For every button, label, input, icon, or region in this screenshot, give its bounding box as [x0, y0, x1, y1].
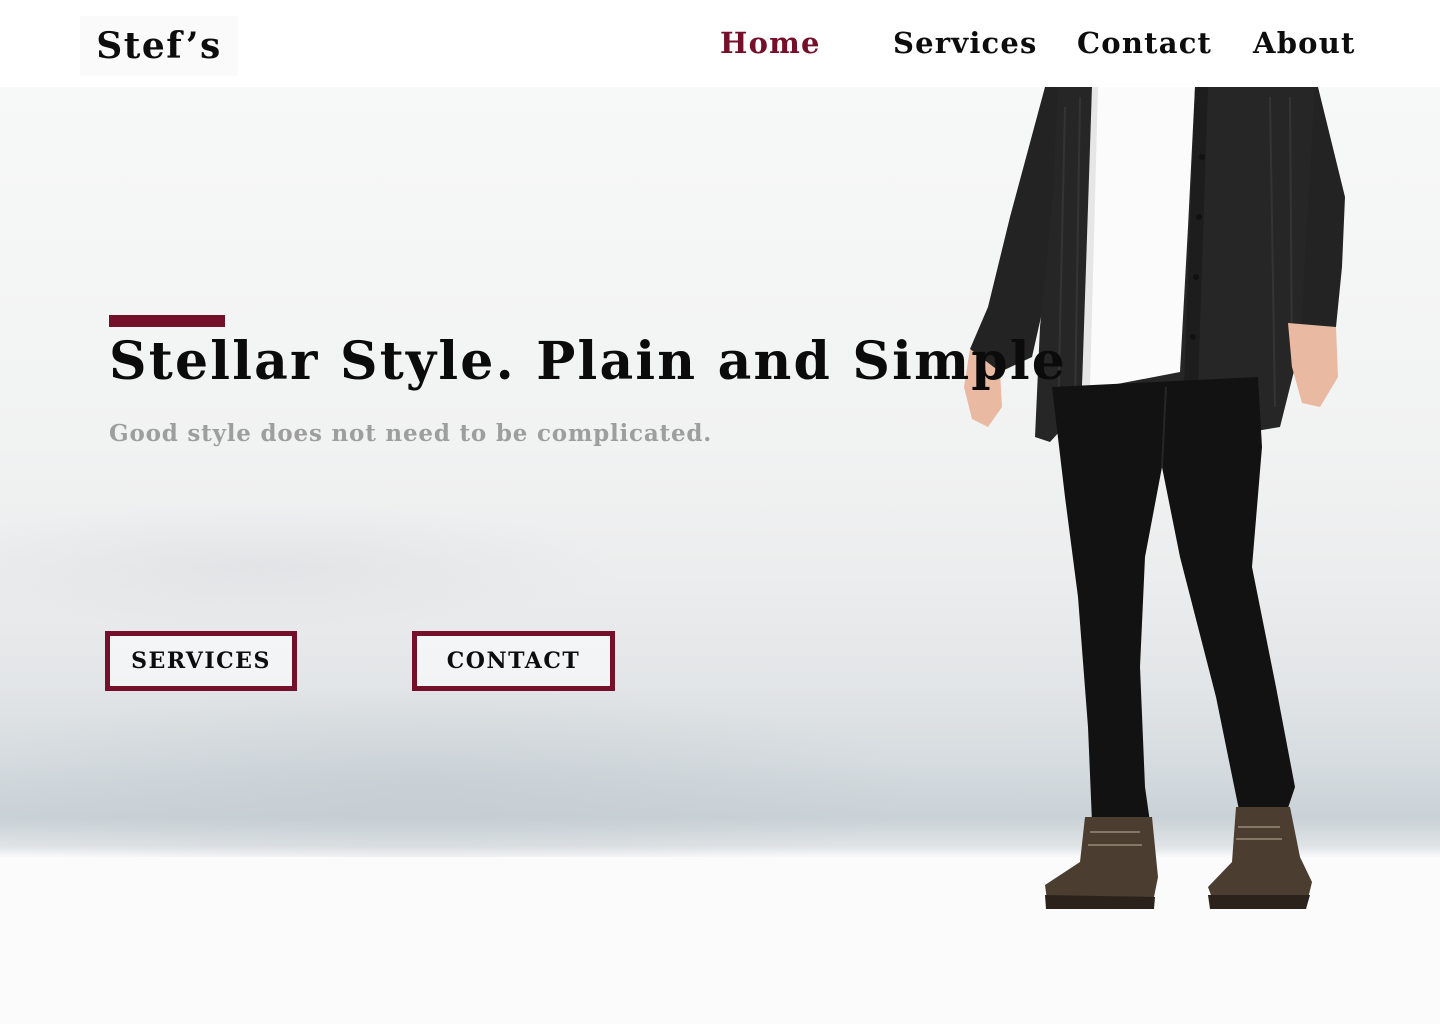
black-jeans	[1052, 377, 1295, 822]
right-boot	[1208, 807, 1312, 909]
left-boot	[1045, 817, 1158, 909]
nav-services-link[interactable]: Services	[893, 24, 1038, 62]
hero-title: Stellar Style. Plain and Simple	[109, 331, 1068, 392]
services-button[interactable]: SERVICES	[105, 631, 297, 691]
contact-button[interactable]: CONTACT	[412, 631, 615, 691]
nav-home-link[interactable]: Home	[720, 24, 821, 62]
site-logo[interactable]: Stef’s	[80, 16, 238, 76]
t-shirt	[1082, 87, 1195, 387]
site-header: Stef’s Home Services Contact About	[0, 0, 1440, 87]
hero-section: Stellar Style. Plain and Simple Good sty…	[0, 87, 1440, 1024]
nav-about-link[interactable]: About	[1253, 24, 1356, 62]
title-accent-bar	[109, 315, 225, 327]
hero-subtitle: Good style does not need to be complicat…	[109, 420, 713, 447]
nav-contact-link[interactable]: Contact	[1077, 24, 1212, 62]
right-hand	[1288, 323, 1338, 407]
hero-model-image	[964, 87, 1345, 909]
